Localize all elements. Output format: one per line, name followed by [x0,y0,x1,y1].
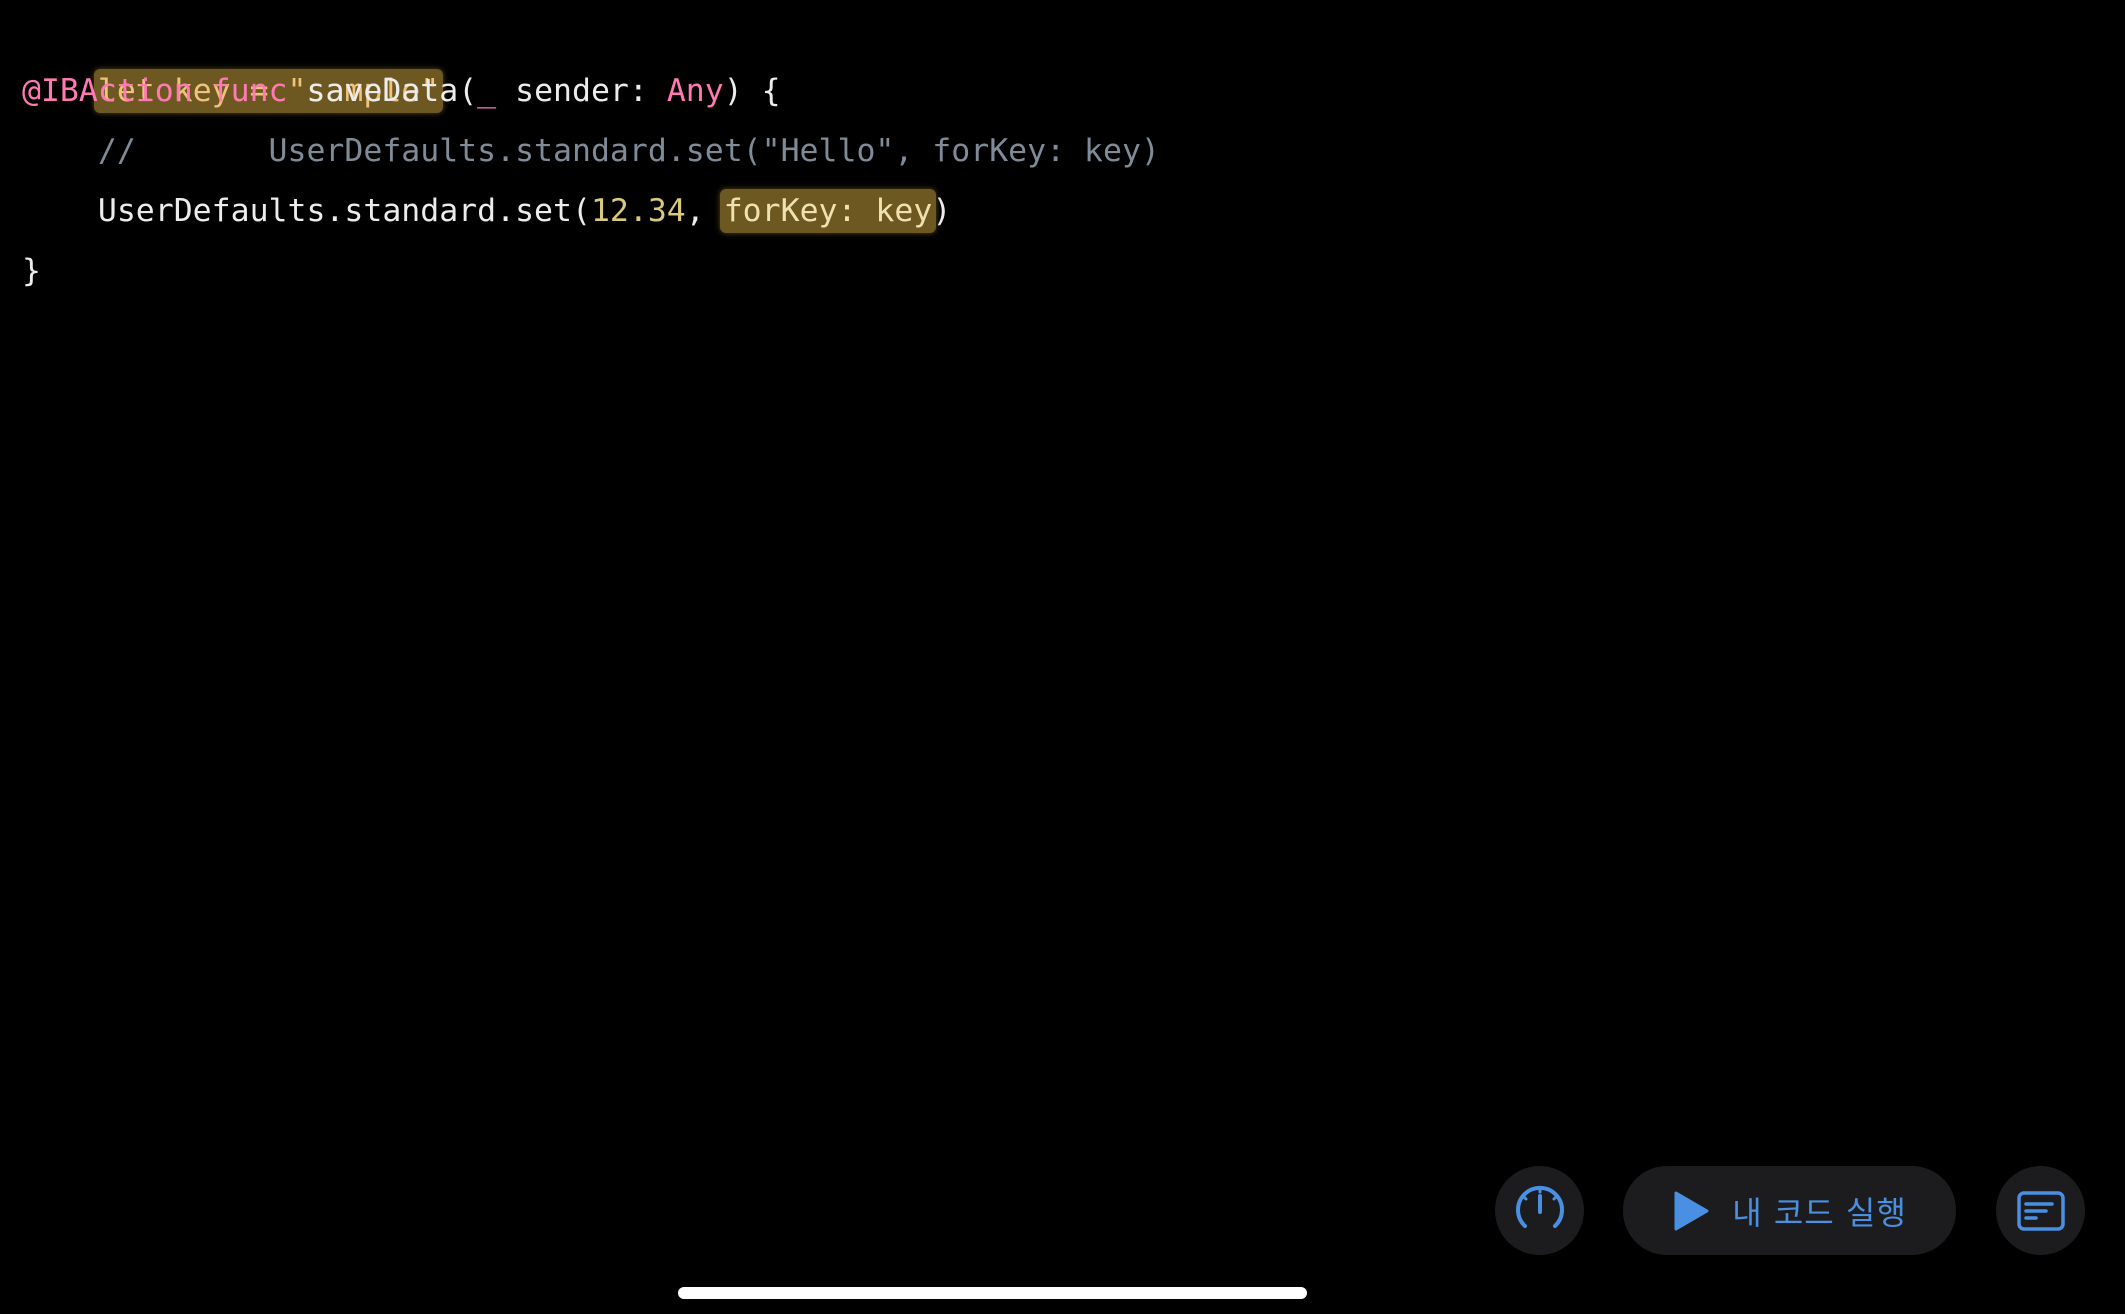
keyword-func: func [211,73,288,109]
text-panel-icon [2016,1190,2066,1232]
closing-paren: ) [932,193,952,229]
type-any: Any [666,73,724,109]
play-icon [1672,1190,1710,1232]
highlight-forkey-argument: forKey: key [719,189,937,233]
speedometer-icon [1511,1182,1569,1240]
function-close-brace: } [22,253,41,289]
code-line-1[interactable]: let key = "sample" [22,1,444,113]
text-panel-button[interactable] [1996,1166,2085,1255]
home-indicator[interactable] [678,1287,1307,1299]
attribute-ibaction: @IBAction [22,73,193,109]
code-line-4[interactable]: UserDefaults.standard.set(12.34, forKey:… [22,181,951,241]
run-my-code-button[interactable]: 내 코드 실행 [1623,1166,1956,1255]
function-name: saveData( [287,73,478,109]
commented-code: // UserDefaults.standard.set("Hello", fo… [22,133,1160,169]
code-line-5[interactable]: } [22,241,41,301]
parameter-sender: sender: [496,73,667,109]
code-line-2[interactable]: @IBAction func saveData(_ sender: Any) { [22,61,781,121]
run-button-label: 내 코드 실행 [1732,1193,1907,1232]
underscore-label: _ [477,73,497,109]
comma-separator: , [685,193,724,229]
code-line-3[interactable]: // UserDefaults.standard.set("Hello", fo… [22,121,1160,181]
number-literal: 12.34 [590,193,686,229]
userdefaults-call: UserDefaults.standard.set( [22,193,591,229]
function-open-brace: ) { [723,73,781,109]
speedometer-button[interactable] [1495,1166,1584,1255]
forkey-argument: forKey: key [723,193,933,229]
